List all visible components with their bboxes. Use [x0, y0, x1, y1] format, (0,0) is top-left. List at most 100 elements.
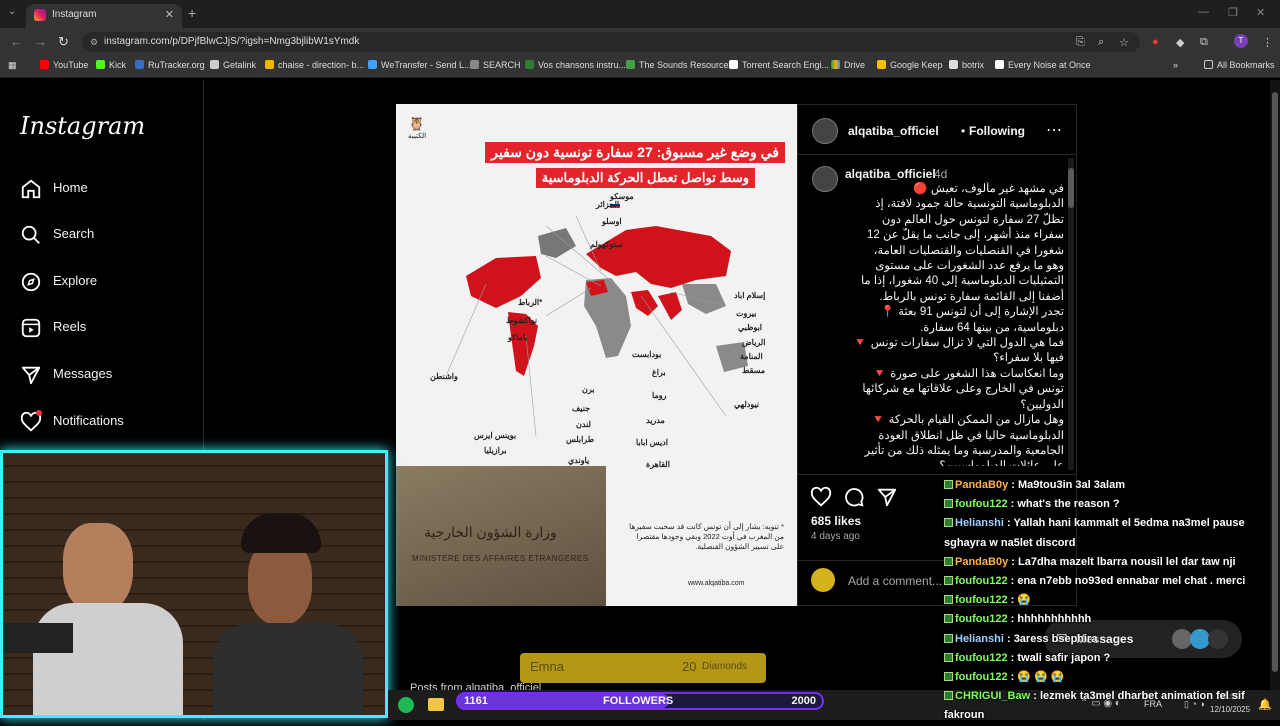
- apps-grid-icon[interactable]: ▦: [8, 60, 17, 71]
- label-riyadh: الرياض: [742, 338, 766, 347]
- website-text: www.alqatiba.com: [688, 580, 745, 587]
- diamond-donor-name: Emna: [530, 659, 564, 674]
- instagram-favicon-icon: [34, 9, 46, 21]
- nav-search[interactable]: Search: [20, 222, 200, 250]
- bookmark-botrix[interactable]: botrix: [949, 60, 984, 70]
- nav-messages[interactable]: Messages: [20, 362, 200, 390]
- bookmark-star-icon[interactable]: ☆: [1119, 36, 1129, 49]
- chat-message: foufou122 : hhhhhhhhhhh: [944, 610, 1280, 629]
- forward-button[interactable]: →: [34, 34, 47, 49]
- nav-notifications-label: Notifications: [53, 413, 124, 428]
- all-bookmarks[interactable]: All Bookmarks: [1204, 60, 1275, 70]
- following-button[interactable]: Following: [969, 124, 1025, 138]
- chat-message: Helianshi : 3aress bsephira: [944, 630, 1280, 649]
- nav-home[interactable]: Home: [20, 176, 200, 204]
- label-addis-ababa: اديس ابابا: [636, 438, 668, 447]
- tab-instagram[interactable]: Instagram ✕: [26, 4, 182, 28]
- diamond-count: 20: [682, 659, 697, 674]
- bookmark-youtube[interactable]: YouTube: [40, 60, 88, 70]
- bookmarks-overflow-icon[interactable]: »: [1173, 60, 1178, 70]
- back-button[interactable]: ←: [10, 34, 23, 49]
- extension-icon[interactable]: ●: [1152, 36, 1159, 48]
- label-beirut: بيروت: [736, 309, 757, 318]
- bookmark-drive[interactable]: Drive: [831, 60, 865, 70]
- label-manama: المنامة: [740, 352, 763, 361]
- chat-username: foufou122: [955, 594, 1008, 607]
- nav-explore[interactable]: Explore: [20, 269, 200, 297]
- more-options-icon[interactable]: ⋯: [1046, 120, 1062, 140]
- bookmark-wetransfer[interactable]: WeTransfer - Send L...: [368, 60, 472, 70]
- bookmark-chaise[interactable]: chaise - direction- b...: [265, 60, 364, 70]
- followers-current: 1161: [464, 695, 488, 707]
- close-window-button[interactable]: ✕: [1256, 6, 1265, 19]
- author-avatar[interactable]: [812, 118, 838, 144]
- chat-badge-icon: [944, 691, 953, 701]
- label-yaounde: ياوندي: [568, 456, 590, 465]
- chat-message: foufou122 : ena n7ebb no93ed ennabar mel…: [944, 572, 1280, 591]
- comment-icon[interactable]: [843, 486, 865, 508]
- comment-input[interactable]: Add a comment...: [848, 574, 942, 588]
- profile-avatar[interactable]: T: [1234, 34, 1248, 48]
- chat-message: foufou122 : what's the reason ?: [944, 495, 1280, 514]
- zoom-icon[interactable]: ⌕: [1098, 36, 1104, 49]
- install-app-icon[interactable]: ⎘: [1076, 36, 1085, 49]
- bookmark-search[interactable]: SEARCH: [470, 60, 521, 70]
- emoji-icon[interactable]: [811, 568, 835, 592]
- nav-search-label: Search: [53, 226, 95, 241]
- nav-reels[interactable]: Reels: [20, 315, 200, 343]
- extension-diamond-icon[interactable]: ◆: [1176, 36, 1184, 49]
- webcam-overlay: [0, 450, 388, 718]
- instagram-logo[interactable]: Instagram: [20, 112, 145, 140]
- likes-count[interactable]: 685 likes: [811, 514, 861, 528]
- new-tab-button[interactable]: +: [188, 5, 196, 21]
- close-tab-icon[interactable]: ✕: [165, 8, 174, 21]
- extensions-puzzle-icon[interactable]: ⧉: [1200, 36, 1208, 49]
- like-heart-icon[interactable]: [810, 486, 832, 508]
- chat-badge-icon: [944, 595, 953, 605]
- bookmark-sounds-resource[interactable]: The Sounds Resource: [626, 60, 729, 70]
- maximize-button[interactable]: ❐: [1228, 6, 1238, 19]
- bookmark-every-noise[interactable]: Every Noise at Once: [995, 60, 1091, 70]
- spotify-icon[interactable]: [398, 697, 414, 713]
- tab-search-icon[interactable]: ⌄: [8, 6, 16, 17]
- label-new-delhi: نيودلهي: [734, 400, 760, 409]
- chat-text: Ma9tou3in 3al 3alam: [1017, 479, 1125, 491]
- label-algiers: الجزائر: [596, 200, 620, 209]
- compass-icon: [21, 272, 41, 292]
- divider: [797, 474, 1077, 475]
- chat-message: PandaB0y : La7dha mazelt lbarra nousil l…: [944, 553, 1280, 572]
- chat-username: Helianshi: [955, 517, 1004, 530]
- reload-button[interactable]: ↻: [58, 34, 69, 50]
- label-buenos-aires: بوينس ايرس: [474, 431, 517, 440]
- chat-text: La7dha mazelt lbarra nousil lel dar taw …: [1017, 555, 1236, 568]
- file-explorer-icon[interactable]: [428, 698, 444, 711]
- minimize-button[interactable]: —: [1198, 6, 1209, 18]
- microphone: [3, 623, 73, 653]
- share-icon[interactable]: [876, 486, 898, 508]
- chat-badge-icon: [944, 518, 953, 528]
- caption-author[interactable]: alqatiba_officiel: [845, 167, 936, 181]
- nav-notifications[interactable]: Notifications: [20, 409, 200, 437]
- chat-badge-icon: [944, 614, 953, 624]
- bookmark-vos-chansons[interactable]: Vos chansons instru...: [525, 60, 626, 70]
- browser-menu-icon[interactable]: ⋮: [1262, 36, 1273, 49]
- chat-badge-icon: [944, 556, 953, 566]
- caption-age: 4d: [934, 167, 948, 181]
- chat-text: hhhhhhhhhhh: [1017, 613, 1092, 626]
- url-text[interactable]: instagram.com/p/DPjfBlwCJjS/?igsh=Nmg3bj…: [104, 36, 359, 47]
- post-author[interactable]: alqatiba_officiel: [848, 124, 939, 138]
- bookmark-torrent-search[interactable]: Torrent Search Engi...: [729, 60, 829, 70]
- site-info-icon[interactable]: ⚙: [90, 37, 98, 48]
- bookmark-google-keep[interactable]: Google Keep: [877, 60, 943, 70]
- ministry-building-photo: وزارة الشؤون الخارجية MINISTERE DES AFFA…: [396, 466, 606, 606]
- chat-message: Helianshi : Yallah hani kammalt el 5edma…: [944, 517, 1245, 549]
- bookmark-kick[interactable]: Kick: [96, 60, 126, 70]
- bookmark-getalink[interactable]: Getalink: [210, 60, 256, 70]
- chat-badge-icon: [944, 576, 953, 586]
- reels-icon: [21, 318, 41, 338]
- label-budapest: بودابست: [632, 350, 662, 359]
- caption-scrollbar[interactable]: [1068, 158, 1074, 470]
- bookmark-rutracker[interactable]: RuTracker.org: [135, 60, 205, 70]
- label-bamako: باماكو: [508, 333, 528, 342]
- post-image[interactable]: 🦉 الكتيبة في وضع غير مسبوق: 27 سفارة تون…: [396, 104, 797, 606]
